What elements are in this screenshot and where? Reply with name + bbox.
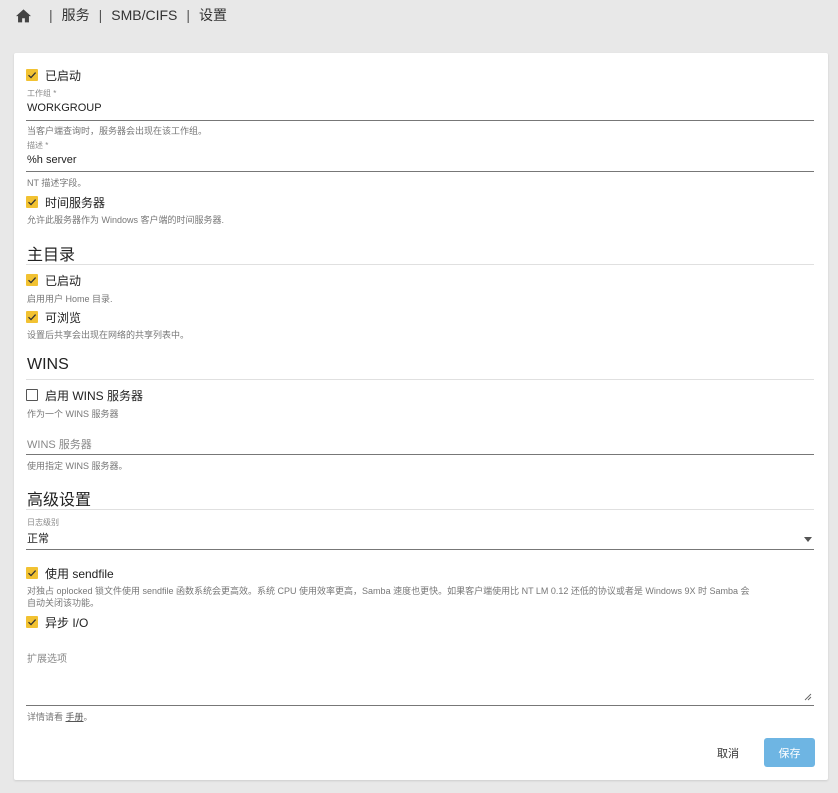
home-enabled-checkbox-row[interactable]: 已启动	[26, 272, 81, 288]
breadcrumb: | 服务 | SMB/CIFS | 设置	[15, 5, 227, 25]
home-enabled-checkbox[interactable]	[26, 274, 38, 286]
checkmark-icon	[28, 277, 37, 284]
workgroup-underline	[26, 120, 814, 121]
advanced-title: 高级设置	[27, 492, 92, 509]
manual-link[interactable]: 手册	[66, 712, 84, 722]
extra-options-hint: 详情请看 手册。	[27, 710, 93, 723]
log-level-underline	[26, 549, 814, 550]
breadcrumb-smb[interactable]: SMB/CIFS	[111, 7, 177, 23]
save-button[interactable]: 保存	[764, 738, 815, 767]
description-label: 描述 *	[27, 141, 49, 150]
sendfile-hint: 对独占 oplocked 锁文件使用 sendfile 函数系统会更高效。系统 …	[27, 586, 750, 596]
checkmark-icon	[28, 570, 37, 577]
wins-enable-hint: 作为一个 WINS 服务器	[27, 409, 119, 419]
description-input[interactable]: %h server	[27, 154, 77, 166]
async-io-checkbox-row[interactable]: 异步 I/O	[26, 614, 88, 630]
enabled-checkbox-row[interactable]: 已启动	[26, 67, 81, 83]
checkmark-icon	[28, 314, 37, 321]
sendfile-label: 使用 sendfile	[45, 566, 114, 581]
workgroup-label: 工作组 *	[27, 89, 57, 98]
async-io-label: 异步 I/O	[45, 615, 89, 630]
browseable-label: 可浏览	[45, 310, 82, 325]
log-level-label: 日志级别	[27, 518, 59, 527]
extra-options-hint-suffix: 。	[83, 712, 93, 722]
section-divider	[26, 379, 814, 380]
sendfile-checkbox-row[interactable]: 使用 sendfile	[26, 565, 114, 581]
wins-enable-checkbox[interactable]	[26, 389, 38, 401]
checkmark-icon	[28, 619, 37, 626]
home-dir-title: 主目录	[27, 247, 76, 264]
workgroup-hint: 当客户端查询时，服务器会出现在该工作组。	[27, 126, 208, 136]
breadcrumb-separator: |	[98, 7, 103, 23]
wins-enable-checkbox-row[interactable]: 启用 WINS 服务器	[26, 387, 143, 403]
wins-title: WINS	[27, 356, 69, 373]
section-divider	[26, 509, 814, 510]
browseable-hint: 设置后共享会出现在网络的共享列表中。	[27, 330, 190, 340]
description-hint: NT 描述字段。	[27, 178, 87, 188]
checkmark-icon	[28, 199, 37, 206]
sendfile-hint-continued: 自动关闭该功能。	[27, 598, 100, 608]
wins-server-hint: 使用指定 WINS 服务器。	[27, 461, 128, 471]
time-server-hint: 允许此服务器作为 Windows 客户端的时间服务器.	[27, 215, 225, 225]
wins-server-input[interactable]: WINS 服务器	[27, 436, 92, 452]
section-divider	[26, 264, 814, 265]
cancel-button[interactable]: 取消	[708, 739, 748, 767]
browseable-checkbox[interactable]	[26, 311, 38, 323]
breadcrumb-separator: |	[49, 7, 53, 23]
resize-grip-icon[interactable]	[804, 693, 812, 701]
browseable-checkbox-row[interactable]: 可浏览	[26, 309, 81, 325]
time-server-label: 时间服务器	[45, 195, 106, 210]
chevron-down-icon[interactable]	[804, 537, 812, 542]
home-enabled-hint: 启用用户 Home 目录.	[27, 294, 113, 304]
settings-form: 已启动 工作组 * WORKGROUP 当客户端查询时，服务器会出现在该工作组。…	[14, 53, 828, 780]
extra-options-textarea[interactable]: 扩展选项	[27, 650, 67, 665]
home-enabled-label: 已启动	[45, 273, 82, 288]
wins-server-underline	[26, 454, 814, 455]
breadcrumb-separator: |	[186, 7, 191, 23]
time-server-checkbox[interactable]	[26, 196, 38, 208]
wins-enable-label: 启用 WINS 服务器	[45, 388, 143, 403]
sendfile-checkbox[interactable]	[26, 567, 38, 579]
async-io-checkbox[interactable]	[26, 616, 38, 628]
log-level-select[interactable]: 正常	[27, 530, 49, 546]
breadcrumb-services[interactable]: 服务	[62, 5, 90, 25]
workgroup-input[interactable]: WORKGROUP	[27, 102, 102, 114]
enabled-label: 已启动	[45, 68, 82, 83]
extra-options-underline	[26, 705, 814, 706]
checkmark-icon	[28, 72, 37, 79]
enabled-checkbox[interactable]	[26, 69, 38, 81]
description-underline	[26, 171, 814, 172]
home-icon[interactable]	[15, 8, 32, 23]
time-server-checkbox-row[interactable]: 时间服务器	[26, 194, 105, 210]
breadcrumb-settings: 设置	[199, 7, 228, 23]
extra-options-hint-prefix: 详情请看	[27, 712, 66, 722]
